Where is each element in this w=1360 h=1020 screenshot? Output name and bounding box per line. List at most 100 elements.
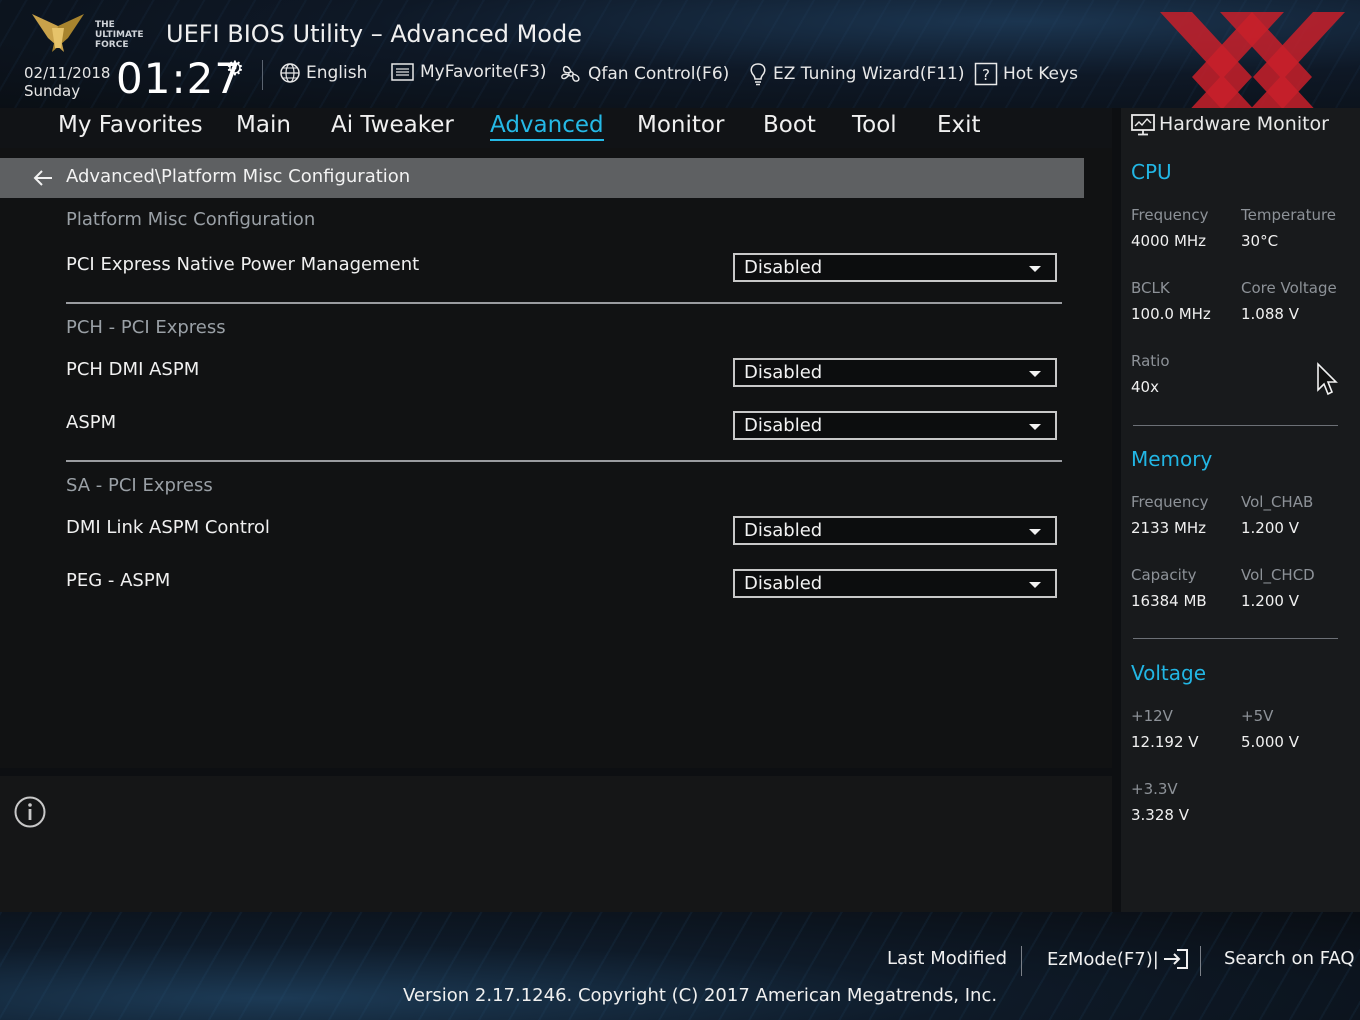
option-label-pch-dmi-aspm: PCH DMI ASPM [66, 359, 200, 380]
memory-capacity-value: 16384 MB [1131, 592, 1207, 610]
voltage-5v-value: 5.000 V [1241, 733, 1299, 751]
hot-keys-label: Hot Keys [1003, 64, 1078, 84]
back-arrow-icon[interactable] [32, 167, 54, 189]
dropdown-caret-icon [1029, 582, 1041, 588]
myfavorite-button[interactable]: MyFavorite(F3) [391, 62, 547, 82]
tab-advanced[interactable]: Advanced [490, 112, 604, 141]
hw-cpu-heading: CPU [1131, 160, 1172, 184]
voltage-5v-label: +5V [1241, 707, 1274, 725]
ez-tuning-label: EZ Tuning Wizard(F11) [773, 64, 965, 84]
ezmode-label: EzMode(F7)| [1047, 948, 1159, 970]
voltage-3v3-label: +3.3V [1131, 780, 1178, 798]
select-value: Disabled [744, 257, 823, 278]
cpu-bclk-value: 100.0 MHz [1131, 305, 1211, 323]
select-value: Disabled [744, 362, 823, 383]
help-box-icon: ? [974, 62, 998, 86]
voltage-3v3-value: 3.328 V [1131, 806, 1189, 824]
cpu-ratio-value: 40x [1131, 378, 1159, 396]
memory-frequency-label: Frequency [1131, 493, 1209, 511]
cpu-frequency-label: Frequency [1131, 206, 1209, 224]
search-faq-button[interactable]: Search on FAQ [1224, 948, 1355, 969]
day-text: Sunday [24, 82, 81, 100]
memory-vol-chab-label: Vol_CHAB [1241, 493, 1314, 511]
hw-section-divider [1133, 638, 1338, 639]
hw-memory-heading: Memory [1131, 447, 1213, 471]
hardware-monitor-title: Hardware Monitor [1159, 113, 1329, 135]
myfavorite-label: MyFavorite(F3) [420, 62, 547, 82]
globe-icon [280, 63, 300, 83]
pch-dmi-aspm-select[interactable]: Disabled [733, 358, 1057, 387]
cpu-temperature-label: Temperature [1241, 206, 1337, 224]
ezmode-button[interactable]: EzMode(F7)| [1047, 948, 1189, 970]
tab-my-favorites[interactable]: My Favorites [58, 112, 203, 138]
cpu-core-voltage-label: Core Voltage [1241, 279, 1337, 297]
tab-main[interactable]: Main [236, 112, 291, 138]
footer-separator [1021, 946, 1022, 976]
last-modified-button[interactable]: Last Modified [887, 948, 1007, 969]
version-copyright: Version 2.17.1246. Copyright (C) 2017 Am… [403, 985, 998, 1006]
select-value: Disabled [744, 415, 823, 436]
tab-ai-tweaker[interactable]: Ai Tweaker [331, 112, 454, 138]
section-title-platform-misc: Platform Misc Configuration [66, 209, 316, 230]
memory-frequency-value: 2133 MHz [1131, 519, 1207, 537]
memory-vol-chab-value: 1.200 V [1241, 519, 1299, 537]
fan-icon [561, 65, 580, 82]
lightbulb-icon [750, 63, 766, 86]
dmi-link-aspm-select[interactable]: Disabled [733, 516, 1057, 545]
logo-text: THE ULTIMATE FORCE [95, 20, 144, 50]
memory-vol-chcd-value: 1.200 V [1241, 592, 1299, 610]
qfan-label: Qfan Control(F6) [588, 64, 730, 84]
hw-voltage-heading: Voltage [1131, 661, 1207, 685]
footer-separator [1200, 946, 1201, 976]
hot-keys-button[interactable]: ? Hot Keys [974, 62, 1078, 86]
cpu-frequency-value: 4000 MHz [1131, 232, 1207, 250]
voltage-12v-value: 12.192 V [1131, 733, 1199, 751]
cpu-bclk-label: BCLK [1131, 279, 1170, 297]
clock-time: 01:27 [116, 54, 243, 103]
cpu-temperature-value: 30°C [1241, 232, 1279, 250]
language-label: English [306, 63, 368, 83]
tab-monitor[interactable]: Monitor [637, 112, 724, 138]
section-divider [66, 302, 1062, 304]
option-label-aspm: ASPM [66, 412, 117, 433]
memory-vol-chcd-label: Vol_CHCD [1241, 566, 1315, 584]
date-text: 02/11/2018 [24, 64, 111, 82]
date-display: 02/11/2018 Sunday [24, 64, 110, 100]
language-button[interactable]: English [279, 62, 367, 84]
pcie-native-pm-select[interactable]: Disabled [733, 253, 1057, 282]
tab-tool[interactable]: Tool [852, 112, 897, 138]
tab-exit[interactable]: Exit [937, 112, 981, 138]
settings-panel [0, 148, 1112, 768]
info-icon [14, 796, 46, 828]
peg-aspm-select[interactable]: Disabled [733, 569, 1057, 598]
memory-capacity-label: Capacity [1131, 566, 1197, 584]
tab-boot[interactable]: Boot [763, 112, 816, 138]
window-title: UEFI BIOS Utility – Advanced Mode [166, 20, 582, 48]
help-info-panel [0, 776, 1112, 912]
voltage-12v-label: +12V [1131, 707, 1173, 725]
cpu-core-voltage-value: 1.088 V [1241, 305, 1299, 323]
breadcrumb: Advanced\Platform Misc Configuration [0, 158, 1084, 198]
favorites-list-icon [391, 63, 414, 81]
qfan-control-button[interactable]: Qfan Control(F6) [559, 62, 729, 86]
dropdown-caret-icon [1029, 266, 1041, 272]
select-value: Disabled [744, 520, 823, 541]
dropdown-caret-icon [1029, 529, 1041, 535]
section-title-sa-pci-express: SA - PCI Express [66, 475, 213, 496]
svg-text:?: ? [982, 66, 990, 84]
option-label-pcie-native-pm: PCI Express Native Power Management [66, 254, 420, 275]
section-divider [66, 460, 1062, 462]
hw-section-divider [1133, 425, 1338, 426]
dropdown-caret-icon [1029, 424, 1041, 430]
mouse-cursor-icon [1317, 362, 1338, 396]
option-label-dmi-link-aspm: DMI Link ASPM Control [66, 517, 270, 538]
clock-settings-icon[interactable]: ⚙ [226, 56, 244, 80]
breadcrumb-path: Advanced\Platform Misc Configuration [66, 166, 411, 187]
option-label-peg-aspm: PEG - ASPM [66, 570, 171, 591]
aspm-select[interactable]: Disabled [733, 411, 1057, 440]
cpu-ratio-label: Ratio [1131, 352, 1170, 370]
monitor-icon [1131, 114, 1155, 136]
header-separator [262, 60, 263, 90]
select-value: Disabled [744, 573, 823, 594]
ez-tuning-wizard-button[interactable]: EZ Tuning Wizard(F11) [748, 62, 965, 86]
